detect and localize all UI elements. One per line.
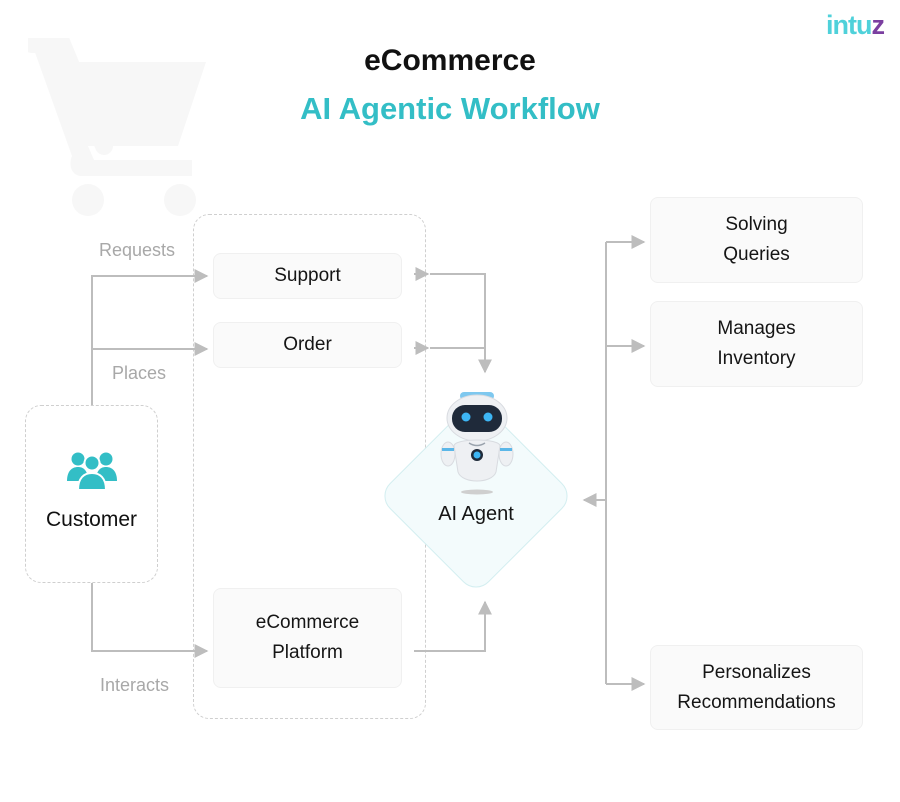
customer-node	[25, 405, 158, 583]
ai-agent-label: AI Agent	[438, 503, 514, 525]
output-line1: Manages	[717, 318, 796, 339]
output-line1: Solving	[725, 214, 788, 235]
output-solving-queries: Solving Queries	[650, 197, 863, 283]
edge-label-requests: Requests	[99, 240, 176, 260]
output-personalizes-recommendations: Personalizes Recommendations	[650, 645, 863, 730]
edge-platform-agent	[414, 600, 492, 652]
output-manages-inventory: Manages Inventory	[650, 301, 863, 387]
support-label: Support	[274, 265, 341, 286]
platform-label-line1: eCommerce	[255, 612, 360, 633]
order-node: Order	[213, 322, 402, 368]
output-line2: Inventory	[717, 348, 796, 369]
customer-label: Customer	[45, 508, 138, 531]
robot-icon	[440, 392, 514, 495]
output-line2: Recommendations	[677, 691, 836, 713]
edge-label-interacts: Interacts	[100, 675, 170, 695]
support-node: Support	[213, 253, 402, 299]
output-line1: Personalizes	[702, 661, 811, 683]
output-line2: Queries	[723, 244, 790, 265]
users-group-icon	[67, 452, 117, 491]
order-label: Order	[283, 334, 332, 355]
edge-label-places: Places	[112, 363, 167, 383]
edge-customer-support	[91, 269, 209, 405]
platform-label-line2: Platform	[272, 642, 343, 663]
edge-support-agent	[430, 273, 492, 374]
platform-node: eCommerce Platform	[213, 588, 402, 688]
edge-customer-platform	[91, 583, 209, 658]
